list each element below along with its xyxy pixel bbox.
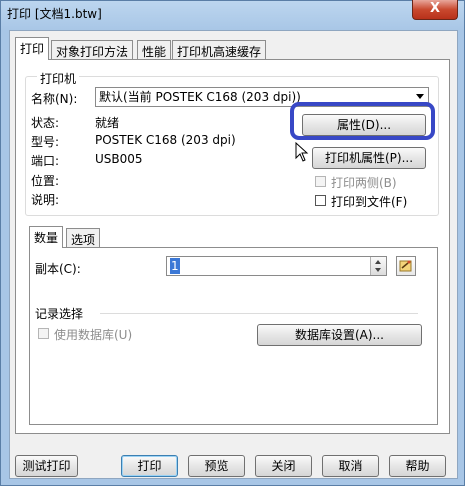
- variable-copies-button[interactable]: [396, 256, 416, 276]
- print-to-file-label: 打印到文件(F): [331, 195, 408, 209]
- tab-printer-cache[interactable]: 打印机高速缓存: [172, 40, 267, 60]
- printer-name-value: 默认(当前 POSTEK C168 (203 dpi)): [99, 90, 301, 104]
- port-label: 端口:: [31, 154, 60, 168]
- chevron-up-icon[interactable]: [375, 260, 381, 264]
- record-selection-divider: [100, 313, 418, 314]
- print-dialog-window: 打印 [文档1.btw] X 打印 对象打印方法 性能 打印机高速缓存 打印机 …: [0, 0, 465, 486]
- status-value: 就绪: [95, 116, 120, 130]
- help-button[interactable]: 帮助: [389, 455, 446, 477]
- cancel-button[interactable]: 取消: [322, 455, 379, 477]
- subtab-options[interactable]: 选项: [66, 228, 101, 248]
- duplex-checkbox[interactable]: [315, 176, 326, 187]
- model-label: 型号:: [31, 135, 60, 149]
- database-settings-button[interactable]: 数据库设置(A)...: [257, 324, 422, 346]
- tab-performance[interactable]: 性能: [137, 40, 172, 60]
- record-selection-label: 记录选择: [35, 305, 88, 322]
- model-value: POSTEK C168 (203 dpi): [95, 133, 236, 147]
- port-value: USB005: [95, 152, 143, 166]
- status-label: 状态:: [31, 116, 60, 130]
- window-title: 打印 [文档1.btw]: [7, 7, 102, 21]
- use-database-label: 使用数据库(U): [54, 328, 133, 342]
- copies-label: 副本(C):: [35, 262, 81, 276]
- mouse-cursor-icon: [295, 142, 309, 162]
- chevron-down-icon[interactable]: [375, 268, 381, 272]
- printer-name-label: 名称(N):: [31, 92, 78, 106]
- printer-group-label: 打印机: [37, 70, 80, 87]
- test-print-button[interactable]: 测试打印: [15, 455, 78, 477]
- subtab-quantity[interactable]: 数量: [29, 226, 64, 248]
- use-database-checkbox[interactable]: [38, 328, 49, 339]
- wizard-icon: [399, 260, 412, 272]
- spinner-arrows[interactable]: [370, 257, 386, 275]
- comment-label: 说明:: [31, 193, 60, 207]
- copies-value: 1: [170, 258, 180, 274]
- preview-button[interactable]: 预览: [188, 455, 245, 477]
- quantity-panel: 副本(C): 1 记录选择 使用数据库(U) 数据库设置(A)...: [29, 247, 438, 425]
- duplex-label: 打印两侧(B): [331, 176, 397, 190]
- close-button[interactable]: 关闭: [255, 455, 312, 477]
- chevron-down-icon: [416, 94, 424, 99]
- printer-properties-button[interactable]: 打印机属性(P)...: [312, 147, 426, 169]
- title-bar[interactable]: 打印 [文档1.btw] X: [1, 0, 464, 25]
- copies-spinner[interactable]: 1: [166, 256, 387, 276]
- tab-print[interactable]: 打印: [15, 37, 50, 60]
- dialog-client-area: 打印 对象打印方法 性能 打印机高速缓存 打印机 名称(N): 默认(当前 PO…: [9, 30, 458, 479]
- location-label: 位置:: [31, 174, 60, 188]
- highlight-annotation: [290, 102, 435, 140]
- print-to-file-checkbox[interactable]: [315, 195, 326, 206]
- tab-object-print-method[interactable]: 对象打印方法: [51, 40, 134, 60]
- close-window-button[interactable]: X: [412, 0, 458, 20]
- print-button[interactable]: 打印: [121, 455, 178, 477]
